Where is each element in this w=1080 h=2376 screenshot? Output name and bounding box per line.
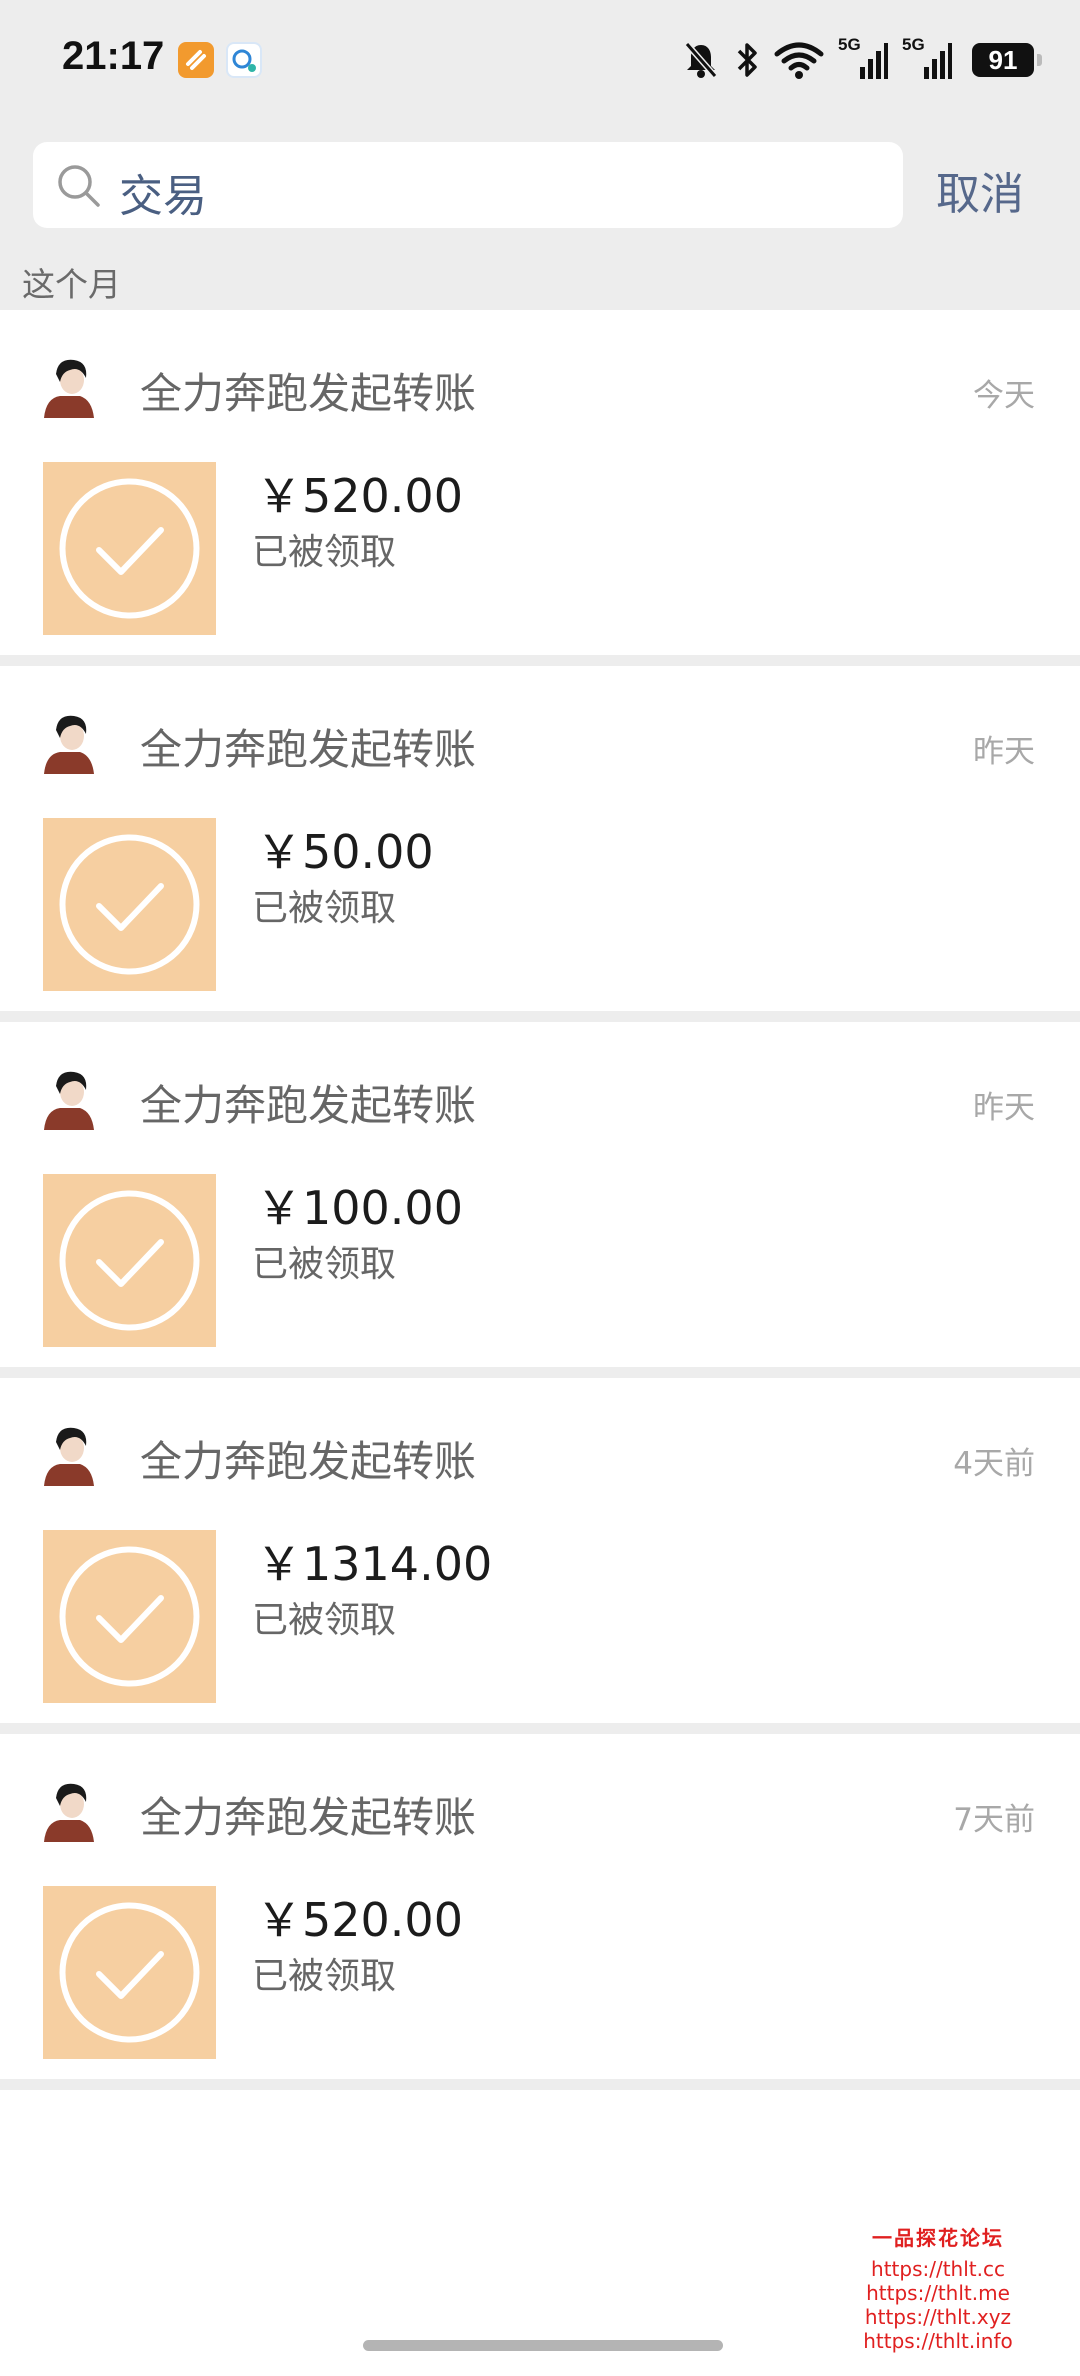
sender-label: 全力奔跑发起转账 xyxy=(140,725,477,774)
date-label: 昨天 xyxy=(973,1090,1035,1126)
status-time: 21:17 xyxy=(62,34,165,78)
signal-icon: 5G xyxy=(838,35,888,81)
check-circle-icon xyxy=(59,1546,200,1687)
date-label: 昨天 xyxy=(973,734,1035,770)
transfer-tile xyxy=(43,818,216,991)
transfer-tile xyxy=(43,1174,216,1347)
avatar xyxy=(42,1064,98,1130)
search-query[interactable]: 交易 xyxy=(119,160,207,224)
date-label: 今天 xyxy=(973,378,1035,414)
list-item[interactable]: 全力奔跑发起转账 7天前 ￥520.00 已被领取 xyxy=(0,1734,1080,2090)
transfer-list: 全力奔跑发起转账 今天 ￥520.00 已被领取 全力奔跑发起转账 昨天 ￥50… xyxy=(0,310,1080,2090)
check-circle-icon xyxy=(59,834,200,975)
status-label: 已被领取 xyxy=(252,1600,397,1641)
search-input[interactable]: 交易 xyxy=(33,142,903,228)
avatar xyxy=(42,1776,98,1842)
amount-label: ￥520.00 xyxy=(256,1893,463,1947)
status-label: 已被领取 xyxy=(252,1956,397,1997)
list-item[interactable]: 全力奔跑发起转账 昨天 ￥50.00 已被领取 xyxy=(0,666,1080,1022)
check-circle-icon xyxy=(59,1902,200,2043)
sender-label: 全力奔跑发起转账 xyxy=(140,1793,477,1842)
amount-label: ￥100.00 xyxy=(256,1181,463,1235)
signal-icon: 5G xyxy=(902,35,952,81)
bell-muted-icon xyxy=(684,42,718,78)
list-item[interactable]: 全力奔跑发起转账 今天 ￥520.00 已被领取 xyxy=(0,310,1080,666)
status-icons: 5G 5G 91 xyxy=(682,35,1042,84)
avatar xyxy=(42,1420,98,1486)
status-label: 已被领取 xyxy=(252,532,397,573)
section-label: 这个月 xyxy=(22,265,121,304)
amount-label: ￥520.00 xyxy=(256,469,463,523)
transfer-tile xyxy=(43,1886,216,2059)
status-label: 已被领取 xyxy=(252,888,397,929)
status-label: 已被领取 xyxy=(252,1244,397,1285)
sender-label: 全力奔跑发起转账 xyxy=(140,369,477,418)
battery-icon: 91 xyxy=(972,43,1042,77)
search-icon xyxy=(58,165,100,207)
home-indicator[interactable] xyxy=(363,2340,723,2351)
amount-label: ￥50.00 xyxy=(256,825,434,879)
amount-label: ￥1314.00 xyxy=(256,1537,493,1591)
avatar xyxy=(42,352,98,418)
watermark-link: https://thlt.info xyxy=(863,2329,1013,2353)
bluetooth-icon xyxy=(737,43,757,77)
battery-level: 91 xyxy=(988,44,1018,75)
list-item[interactable]: 全力奔跑发起转账 4天前 ￥1314.00 已被领取 xyxy=(0,1378,1080,1734)
check-circle-icon xyxy=(59,1190,200,1331)
app-orange-icon xyxy=(178,42,214,78)
transfer-tile xyxy=(43,462,216,635)
transfer-tile xyxy=(43,1530,216,1703)
date-label: 7天前 xyxy=(953,1802,1035,1838)
watermark-link: https://thlt.cc xyxy=(871,2257,1005,2281)
wifi-icon xyxy=(774,42,824,79)
watermark: 一品探花论坛 https://thlt.cc https://thlt.me h… xyxy=(848,2222,1028,2353)
list-item[interactable]: 全力奔跑发起转账 昨天 ￥100.00 已被领取 xyxy=(0,1022,1080,1378)
date-label: 4天前 xyxy=(953,1446,1035,1482)
status-bar: 21:17 5G 5G 91 xyxy=(0,0,1080,120)
avatar xyxy=(42,708,98,774)
watermark-link: https://thlt.me xyxy=(866,2281,1010,2305)
sender-label: 全力奔跑发起转账 xyxy=(140,1081,477,1130)
check-circle-icon xyxy=(59,478,200,619)
watermark-title: 一品探花论坛 xyxy=(872,2226,1004,2250)
header-area: 21:17 5G 5G 91 交易 取消 这个月 xyxy=(0,0,1080,310)
app-chat-icon xyxy=(226,42,262,78)
sender-label: 全力奔跑发起转账 xyxy=(140,1437,477,1486)
watermark-link: https://thlt.xyz xyxy=(864,2305,1012,2329)
cancel-button[interactable]: 取消 xyxy=(936,158,1024,222)
